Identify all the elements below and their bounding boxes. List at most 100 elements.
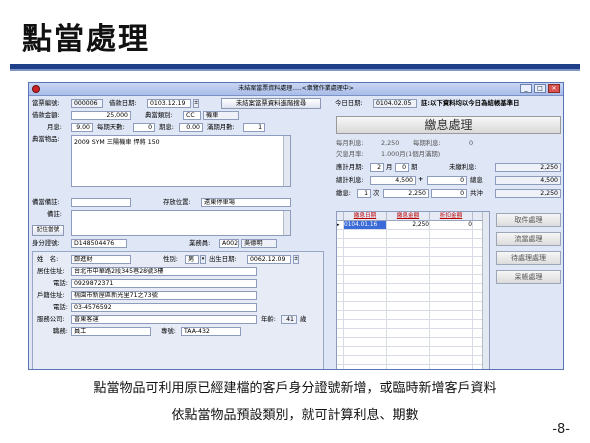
total-interest-field[interactable]: 4,500 [370,176,416,185]
offset-field[interactable]: 2,250 [495,189,561,198]
age-field[interactable]: 41 [281,315,297,324]
grid-cell-discount[interactable]: 0 [430,221,473,229]
table-row[interactable] [337,302,489,311]
table-row[interactable] [337,275,489,284]
reg-phone-label: 電話: [53,303,68,311]
slide-title: 點當處理 [22,22,150,57]
pay-extra-field[interactable]: 0 [431,189,467,198]
unpaid-field[interactable]: 2,250 [495,163,561,172]
ticket-no-label: 當票編號: [32,99,60,107]
window-title: 未結案當票資料處理.....<衆覽作業處理中> [238,85,354,92]
grid-cell-date[interactable]: 0104.01.16 [344,221,387,229]
loan-date-label: 借款日期: [109,99,137,107]
reg-phone-field[interactable]: 03-4576592 [71,303,257,312]
record-ticket-button[interactable]: 記住當號 [32,225,64,236]
table-row[interactable] [337,239,489,248]
ticket-no-field[interactable]: 000006 [71,99,103,108]
maximize-button[interactable]: □ [534,84,546,93]
payment-grid[interactable]: 繳息日期 繳息金額 折扣金額 ▸ 0104.01.16 2,250 0 [336,211,490,369]
caption-line-2: 依點當物品預設類別，就可計算利息、期數 [171,408,419,423]
table-row[interactable] [337,365,489,369]
table-row[interactable]: ▸ 0104.01.16 2,250 0 [337,221,489,230]
forfeit-button[interactable]: 流當處理 [496,232,561,246]
calc-months-field[interactable]: 2 [370,163,384,172]
calc-periods-field[interactable]: 0 [395,163,409,172]
remark-scrollbar[interactable] [283,211,290,235]
phone-field[interactable]: 0929872371 [71,279,257,288]
title-rule [10,64,580,71]
today-field[interactable]: 0104.02.05 [373,99,417,108]
interest-title-button[interactable]: 繳息處理 [336,116,561,134]
grid-header-discount[interactable]: 折扣金額 [430,212,473,220]
today-note: 註:以下資料均以今日為結帳基準日 [421,99,520,107]
app-window: 未結案當票資料處理.....<衆覽作業處理中> _ □ ✕ 當票編號: 0000… [28,82,564,370]
job-label: 職務: [53,327,68,335]
grid-header-indicator [337,212,344,220]
days-per-period-field[interactable]: 0 [133,123,155,132]
total-field[interactable]: 4,500 [495,176,561,185]
table-row[interactable] [337,293,489,302]
grid-header-amount[interactable]: 繳息金額 [387,212,430,220]
category-code-field[interactable]: CC [183,111,201,120]
pay-count-field[interactable]: 1 [357,189,371,198]
reg-address-field[interactable]: 桃園市新屋區新光里71之73號 [71,291,257,300]
table-row[interactable] [337,257,489,266]
item-textarea[interactable]: 2009 SYM 三陽機車 悍將 150 [71,135,291,187]
birth-spinner[interactable]: ± [293,255,299,264]
job-field[interactable]: 員工 [71,327,151,336]
table-row[interactable] [337,338,489,347]
monthly-rate-field[interactable]: 9.00 [71,123,93,132]
days-per-period-label: 每期天數: [97,123,125,131]
bad-debt-button[interactable]: 呆帳處理 [496,270,561,284]
full-months-field[interactable]: 1 [243,123,265,132]
period-rate-field[interactable]: 0.00 [179,123,203,132]
id-field[interactable]: D148504476 [71,239,127,248]
total-plus-field[interactable]: 0 [427,176,467,185]
pending-button[interactable]: 待處理處理 [496,251,561,265]
overdue-value: 1.000月(1個月滿期) [381,150,441,158]
table-row[interactable] [337,347,489,356]
category-label: 典當類別: [145,111,173,119]
close-button[interactable]: ✕ [548,84,560,93]
storage-field[interactable]: 遠東停車場 [201,198,291,207]
item-scrollbar[interactable] [283,136,290,186]
address-field[interactable]: 台北市中華路2段345巷28號3樓 [71,267,257,276]
birth-field[interactable]: 0062.12.09 [247,255,291,264]
table-row[interactable] [337,320,489,329]
clerk-code-field[interactable]: A002 [219,239,239,248]
clerk-name-field[interactable]: 吳德明 [241,239,277,248]
name-field[interactable]: 鄭進財 [71,255,131,264]
grid-scrollbar[interactable] [482,212,489,369]
unfinished-search-button[interactable]: 未結案當票資料進階搜尋 [221,98,321,109]
table-row[interactable] [337,284,489,293]
minimize-button[interactable]: _ [520,84,532,93]
table-row[interactable] [337,356,489,365]
clerk-label: 業務員: [189,239,211,247]
loan-date-field[interactable]: 0103.12.19 [147,99,191,108]
loan-date-spinner[interactable]: ± [193,99,199,108]
pay-amount-field[interactable]: 2,250 [383,189,429,198]
monthly-rate-label: 月息: [47,123,62,131]
pay-label: 繳息: [336,189,351,197]
pickup-button[interactable]: 取件處理 [496,213,561,227]
remark-textarea[interactable] [71,210,291,236]
gender-select[interactable]: 男 [185,255,199,264]
page-number: -8- [552,422,570,437]
gender-dropdown-icon[interactable]: ▾ [200,255,206,264]
loan-amount-field[interactable]: 25,000 [71,111,131,120]
period-unit: 期 [411,163,418,171]
note-field[interactable] [71,198,131,207]
table-row[interactable] [337,230,489,239]
table-row[interactable] [337,248,489,257]
table-row[interactable] [337,266,489,275]
category-name-field[interactable]: 機車 [203,111,239,120]
phone-label: 電話: [53,279,68,287]
dept-field[interactable]: TAA-432 [181,327,241,336]
grid-cell-amount[interactable]: 2,250 [387,221,430,229]
table-row[interactable] [337,329,489,338]
window-titlebar: 未結案當票資料處理.....<衆覽作業處理中> _ □ ✕ [29,83,563,96]
calc-months-label: 應計月期: [336,163,364,171]
table-row[interactable] [337,311,489,320]
grid-header-date[interactable]: 繳息日期 [344,212,387,220]
company-field[interactable]: 普東客運 [71,315,257,324]
